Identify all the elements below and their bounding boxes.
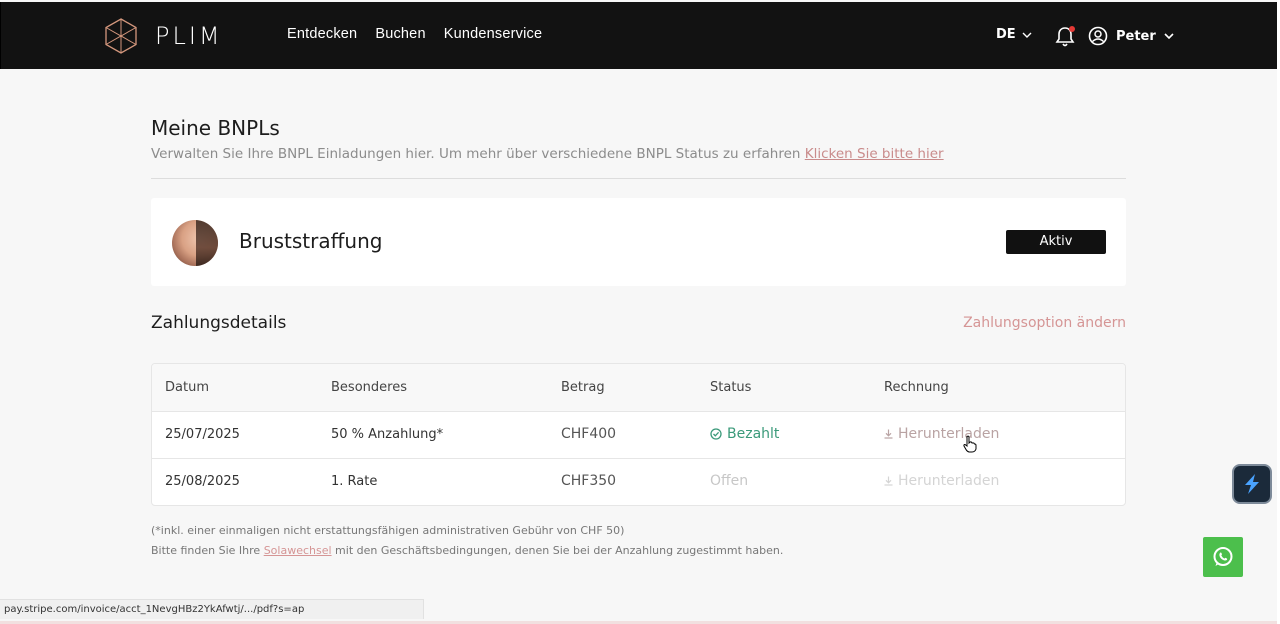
column-header: Betrag	[561, 380, 605, 395]
solawechsel-link[interactable]: Solawechsel	[264, 544, 332, 557]
payment-table: Datum Besonderes Betrag Status Rechnung …	[151, 363, 1126, 506]
payment-details-title: Zahlungsdetails	[151, 313, 287, 333]
page-title: Meine BNPLs	[151, 116, 280, 140]
download-invoice-link: Herunterladen	[884, 473, 999, 489]
chevron-down-icon	[1164, 33, 1174, 39]
download-label: Herunterladen	[898, 473, 1000, 489]
language-label: DE	[996, 27, 1016, 42]
treatment-avatar	[172, 220, 218, 266]
plim-logo[interactable]: PLIM	[104, 18, 223, 54]
main-nav: Entdecken Buchen Kundenservice	[287, 26, 560, 42]
notification-dot	[1069, 26, 1075, 32]
note-cell: 1. Rate	[331, 474, 378, 489]
check-circle-icon	[710, 428, 722, 440]
column-header: Besonderes	[331, 380, 407, 395]
download-icon	[884, 429, 893, 439]
nav-buchen[interactable]: Buchen	[375, 26, 425, 42]
treatment-card: Bruststraffung Aktiv	[151, 198, 1126, 286]
date-cell: 25/07/2025	[165, 427, 240, 442]
hexagon-logo-icon	[105, 18, 137, 54]
bolt-logo-icon	[1245, 474, 1259, 494]
date-cell: 25/08/2025	[165, 474, 240, 489]
whatsapp-icon	[1213, 547, 1233, 566]
status-badge: Aktiv	[1006, 230, 1106, 254]
status-cell: Offen	[710, 473, 749, 489]
user-menu[interactable]: Peter	[1088, 26, 1174, 46]
treatment-title: Bruststraffung	[239, 229, 383, 253]
terms-text-after: mit den Geschäftsbedingungen, denen Sie …	[331, 544, 784, 557]
assistant-widget-button[interactable]	[1232, 464, 1272, 504]
notifications-button[interactable]	[1055, 26, 1075, 52]
download-icon	[884, 476, 893, 486]
language-selector[interactable]: DE	[996, 27, 1032, 42]
nav-kundenservice[interactable]: Kundenservice	[444, 26, 543, 42]
page-subtitle: Verwalten Sie Ihre BNPL Einladungen hier…	[151, 146, 944, 162]
terms-text-before: Bitte finden Sie Ihre	[151, 544, 264, 557]
user-circle-icon	[1088, 26, 1108, 46]
download-label: Herunterladen	[898, 426, 1000, 442]
fee-note: (*inkl. einer einmaligen nicht erstattun…	[151, 524, 625, 537]
user-name: Peter	[1116, 28, 1156, 44]
amount-cell: CHF350	[561, 473, 617, 489]
status-info-link[interactable]: Klicken Sie bitte hier	[805, 146, 944, 162]
status-cell: Bezahlt	[710, 426, 779, 442]
chevron-down-icon	[1022, 32, 1032, 38]
browser-status-url: pay.stripe.com/invoice/acct_1NevgHBz2YkA…	[0, 599, 424, 619]
table-row: 25/07/2025 50 % Anzahlung* CHF400 Bezahl…	[152, 411, 1125, 459]
whatsapp-button[interactable]	[1203, 537, 1243, 577]
note-cell: 50 % Anzahlung*	[331, 427, 444, 442]
download-invoice-link[interactable]: Herunterladen	[884, 426, 999, 442]
brand-name: PLIM	[155, 22, 223, 50]
table-header-row: Datum Besonderes Betrag Status Rechnung	[152, 364, 1125, 412]
table-row: 25/08/2025 1. Rate CHF350 Offen Herunter…	[152, 458, 1125, 505]
divider	[151, 178, 1126, 179]
hand-cursor-icon	[963, 435, 977, 453]
change-payment-option-link[interactable]: Zahlungsoption ändern	[963, 315, 1126, 331]
column-header: Rechnung	[884, 380, 949, 395]
status-text: Bezahlt	[727, 426, 780, 442]
column-header: Status	[710, 380, 752, 395]
terms-note: Bitte finden Sie Ihre Solawechsel mit de…	[151, 544, 783, 557]
column-header: Datum	[165, 380, 209, 395]
nav-entdecken[interactable]: Entdecken	[287, 26, 357, 42]
subtitle-text: Verwalten Sie Ihre BNPL Einladungen hier…	[151, 146, 801, 162]
top-navbar: PLIM Entdecken Buchen Kundenservice DE P…	[0, 2, 1278, 69]
mouse-pointer	[963, 435, 977, 457]
amount-cell: CHF400	[561, 426, 617, 442]
